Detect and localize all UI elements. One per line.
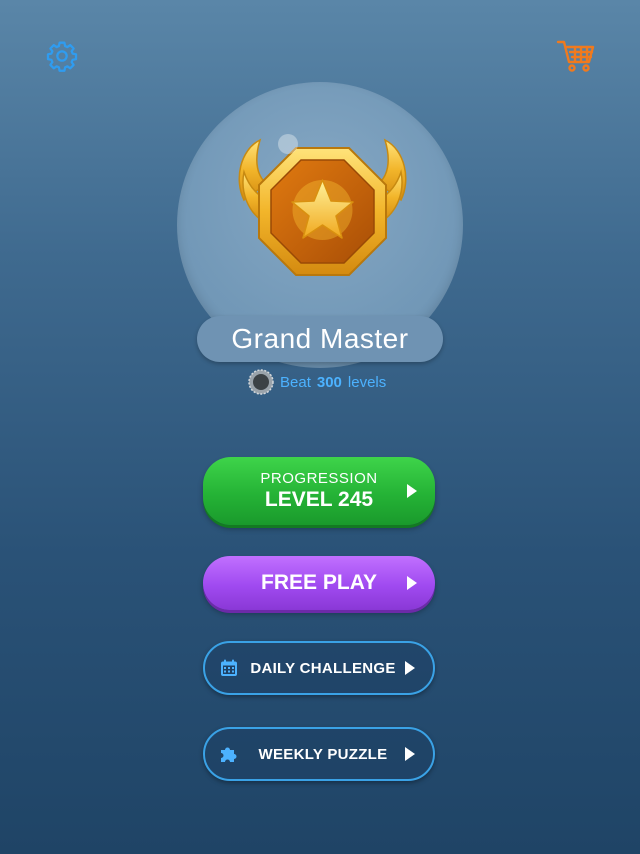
- weekly-puzzle-label: WEEKLY PUZZLE: [258, 745, 388, 763]
- play-arrow-icon: [407, 576, 417, 590]
- gray-medal-icon: [248, 369, 274, 395]
- play-arrow-icon: [405, 661, 415, 675]
- daily-challenge-label: DAILY CHALLENGE: [250, 659, 396, 677]
- settings-button[interactable]: [44, 38, 80, 74]
- free-play-label: FREE PLAY: [261, 571, 377, 594]
- gear-icon: [46, 41, 78, 72]
- rank-name: Grand Master: [231, 323, 409, 354]
- requirement-suffix: levels: [347, 373, 387, 391]
- calendar-icon: [221, 659, 237, 676]
- play-arrow-icon: [405, 747, 415, 761]
- progression-title: PROGRESSION: [260, 470, 378, 487]
- progression-level: LEVEL 245: [264, 488, 374, 511]
- daily-challenge-button[interactable]: DAILY CHALLENGE: [203, 641, 435, 695]
- requirement-count: 300: [316, 373, 342, 391]
- winged-star-badge-icon: [238, 134, 407, 276]
- free-play-button[interactable]: FREE PLAY: [203, 556, 435, 610]
- requirement-prefix: Beat: [280, 373, 311, 391]
- progression-button[interactable]: PROGRESSION LEVEL 245: [203, 457, 435, 525]
- weekly-puzzle-button[interactable]: WEEKLY PUZZLE: [203, 727, 435, 781]
- puzzle-piece-icon: [221, 747, 237, 762]
- rank-title-pill: Grand Master: [197, 316, 443, 362]
- rank-requirement: Beat 300 levels: [248, 368, 386, 396]
- shopping-cart-icon: [556, 40, 595, 72]
- play-arrow-icon: [407, 484, 417, 498]
- shop-button[interactable]: [555, 38, 597, 74]
